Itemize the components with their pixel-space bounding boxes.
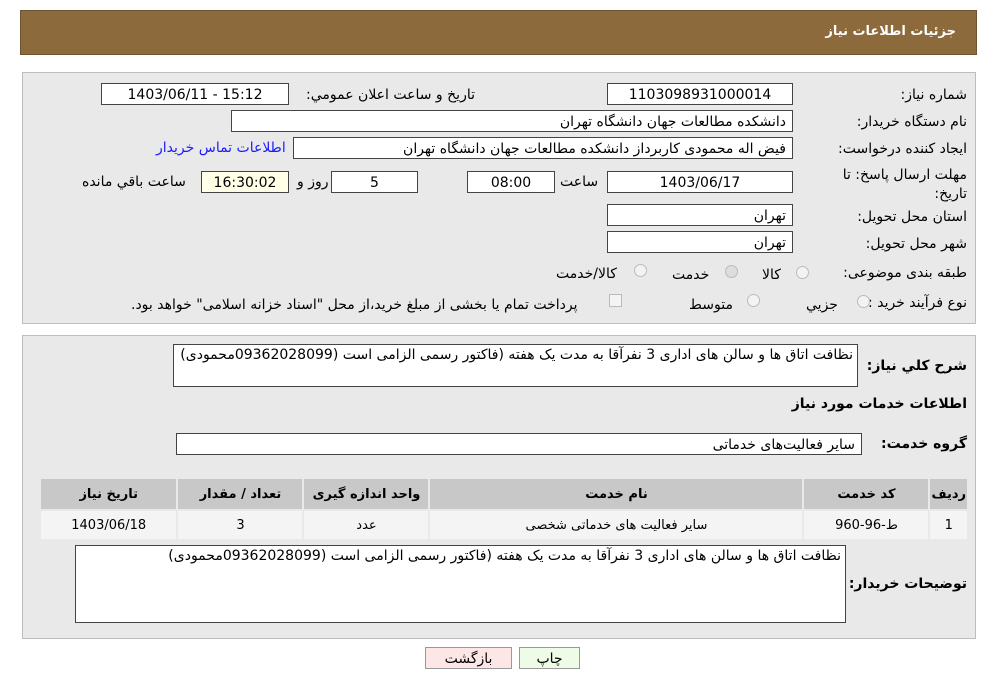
deadline-label: مهلت ارسال پاسخ: تا تاریخ:	[842, 167, 967, 202]
process-label: نوع فرآیند خرید :	[868, 295, 967, 311]
cell-name: سایر فعالیت های خدماتی شخصی	[428, 509, 805, 541]
back-button[interactable]: بازگشت	[425, 647, 512, 669]
need-number-label: شماره نیاز:	[900, 87, 968, 103]
cell-unit: عدد	[302, 509, 431, 541]
remaining-time-field: 16:30:02	[201, 171, 289, 193]
category-option-service: خدمت	[672, 267, 710, 283]
payment-checkbox[interactable]	[609, 294, 622, 307]
print-button[interactable]: چاپ	[519, 647, 580, 669]
province-label: استان محل تحویل:	[857, 209, 967, 225]
buyer-notes-textarea[interactable]: نظافت اتاق ها و سالن های اداری 3 نفرآقا …	[75, 545, 846, 623]
time-label: ساعت	[560, 174, 599, 190]
services-title: اطلاعات خدمات مورد نیاز	[791, 396, 967, 412]
col-date: تاریخ نیاز	[38, 477, 179, 511]
col-code: کد خدمت	[802, 477, 931, 511]
remaining-label: ساعت باقي مانده	[82, 174, 186, 190]
col-name: نام خدمت	[428, 477, 805, 511]
announce-label: تاریخ و ساعت اعلان عمومي:	[306, 87, 475, 103]
service-group-field: سایر فعالیت‌های خدماتی	[176, 433, 862, 455]
province-field: تهران	[607, 204, 793, 226]
payment-note: پرداخت تمام یا بخشی از مبلغ خرید،از محل …	[131, 297, 578, 313]
col-qty: تعداد / مقدار	[176, 477, 305, 511]
page-header: جزئیات اطلاعات نیاز	[20, 10, 977, 55]
need-number-field: 1103098931000014	[607, 83, 793, 105]
buyer-notes-label: توضیحات خریدار:	[848, 576, 967, 592]
category-radio-goods-service[interactable]	[634, 264, 647, 277]
table-header-row: ردیف کد خدمت نام خدمت واحد اندازه گیری ت…	[38, 477, 969, 511]
service-group-label: گروه خدمت:	[881, 436, 967, 452]
process-option-minor: جزيي	[806, 297, 838, 313]
category-radio-goods[interactable]	[796, 266, 809, 279]
page-title: جزئیات اطلاعات نیاز	[825, 24, 956, 39]
cell-code: ط-96-960	[802, 509, 931, 541]
cell-qty: 3	[176, 509, 305, 541]
creator-label: ایجاد کننده درخواست:	[838, 141, 967, 157]
creator-field: فیض اله محمودی کاربرداز دانشکده مطالعات …	[293, 137, 793, 159]
services-table: ردیف کد خدمت نام خدمت واحد اندازه گیری ت…	[38, 477, 969, 541]
days-label: روز و	[297, 174, 329, 190]
days-field: 5	[331, 171, 418, 193]
buyer-org-label: نام دستگاه خریدار:	[856, 114, 967, 130]
summary-label: شرح كلي نياز:	[866, 358, 967, 374]
category-radio-service[interactable]	[725, 265, 738, 278]
contact-info-link[interactable]: اطلاعات تماس خریدار	[156, 140, 286, 156]
deadline-time-field: 08:00	[467, 171, 555, 193]
table-row: 1 ط-96-960 سایر فعالیت های خدماتی شخصی ع…	[38, 509, 969, 541]
process-radio-medium[interactable]	[747, 294, 760, 307]
col-row: ردیف	[928, 477, 969, 511]
category-label: طبقه بندی موضوعی:	[843, 265, 967, 281]
category-option-goods-service: کالا/خدمت	[556, 266, 617, 282]
category-option-goods: کالا	[762, 267, 781, 283]
summary-textarea[interactable]: نظافت اتاق ها و سالن های اداری 3 نفرآقا …	[173, 344, 858, 387]
buyer-org-field: دانشکده مطالعات جهان دانشگاه تهران	[231, 110, 793, 132]
deadline-date-field: 1403/06/17	[607, 171, 793, 193]
col-unit: واحد اندازه گیری	[302, 477, 431, 511]
city-field: تهران	[607, 231, 793, 253]
process-radio-minor[interactable]	[857, 295, 870, 308]
announce-field: 1403/06/11 - 15:12	[101, 83, 289, 105]
city-label: شهر محل تحویل:	[865, 236, 967, 252]
cell-row: 1	[928, 509, 969, 541]
cell-date: 1403/06/18	[38, 509, 179, 541]
process-option-medium: متوسط	[689, 297, 733, 313]
